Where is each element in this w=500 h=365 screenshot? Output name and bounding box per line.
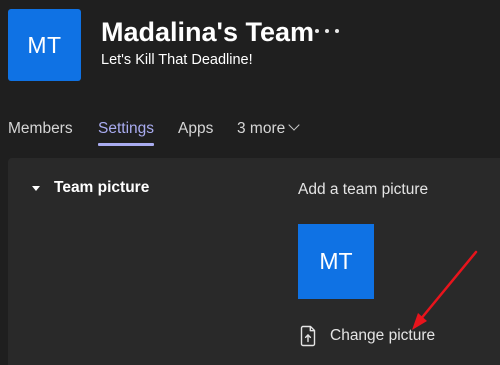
team-picture-preview: MT bbox=[298, 224, 374, 299]
settings-panel: Team picture Add a team picture MT Chang… bbox=[8, 158, 500, 365]
add-team-picture-label: Add a team picture bbox=[298, 181, 429, 198]
change-picture-button[interactable]: Change picture bbox=[298, 325, 435, 347]
team-avatar-initials: MT bbox=[27, 31, 62, 58]
team-picture-section-toggle[interactable]: Team picture bbox=[32, 177, 149, 199]
change-picture-label: Change picture bbox=[330, 327, 436, 344]
team-description: Let's Kill That Deadline! bbox=[101, 52, 253, 68]
more-options-button[interactable] bbox=[315, 24, 339, 38]
tab-apps-label: Apps bbox=[178, 120, 214, 137]
team-picture-initials: MT bbox=[319, 248, 353, 274]
tab-members-label: Members bbox=[8, 120, 73, 137]
tab-more-label: 3 more bbox=[237, 120, 286, 137]
chevron-down-icon bbox=[288, 119, 300, 131]
team-avatar[interactable]: MT bbox=[8, 9, 81, 81]
team-name: Madalina's Team bbox=[101, 17, 314, 47]
caret-down-icon bbox=[32, 185, 40, 191]
active-tab-indicator bbox=[98, 143, 155, 146]
tab-settings-label: Settings bbox=[98, 120, 155, 137]
tab-members[interactable]: Members bbox=[8, 118, 73, 140]
tab-apps[interactable]: Apps bbox=[178, 118, 213, 140]
tab-bar: Members Settings Apps 3 more bbox=[0, 118, 500, 148]
tab-settings[interactable]: Settings bbox=[98, 118, 155, 146]
upload-file-icon bbox=[300, 325, 316, 347]
ellipsis-icon bbox=[315, 29, 319, 33]
tab-more[interactable]: 3 more bbox=[237, 118, 300, 140]
section-title: Team picture bbox=[54, 179, 150, 196]
